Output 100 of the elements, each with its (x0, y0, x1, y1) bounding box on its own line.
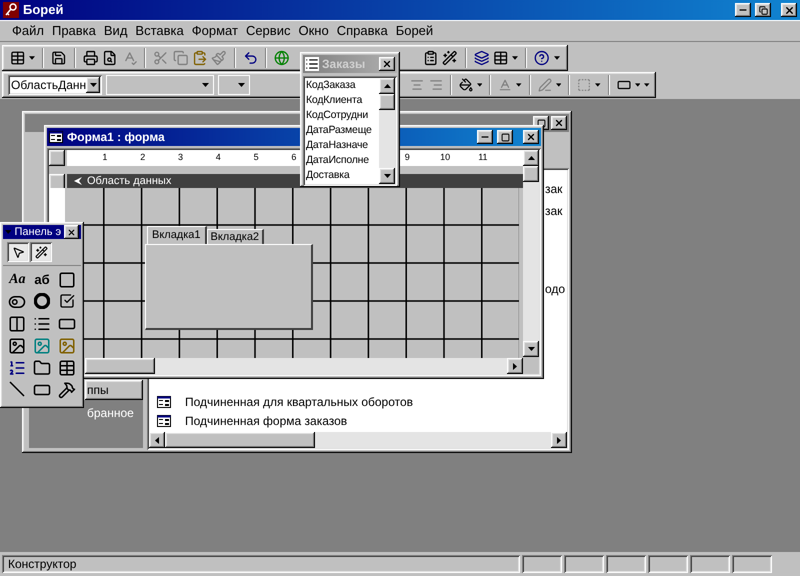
up-arrow-icon[interactable] (528, 156, 534, 160)
section-arrow-icon (73, 176, 83, 186)
undo-icon[interactable] (242, 49, 258, 67)
scroll-left-button[interactable] (149, 432, 165, 448)
right-arrow-icon[interactable] (557, 436, 561, 444)
size-combo[interactable] (218, 75, 250, 95)
dropdown-arrow-icon[interactable] (476, 83, 482, 87)
dropdown-arrow-icon[interactable] (29, 56, 36, 60)
ruler-number: 5 (252, 151, 260, 164)
left-arrow-icon[interactable] (155, 436, 159, 444)
field-item[interactable]: ДатаРазмеще (306, 123, 379, 138)
vertical-scrollbar[interactable] (523, 150, 539, 357)
dropdown-arrow-icon[interactable] (595, 83, 601, 87)
close-button[interactable] (64, 225, 79, 239)
right-arrow-icon[interactable] (513, 362, 517, 370)
field-item[interactable]: ДатаИсполне (306, 153, 379, 168)
menu-item[interactable]: Сервис (242, 20, 294, 40)
menu-item[interactable]: Формат (188, 20, 242, 40)
dropdown-arrow-icon[interactable] (238, 83, 246, 87)
horizontal-scrollbar[interactable] (149, 432, 567, 448)
dropdown-arrow-icon[interactable] (202, 83, 209, 87)
wizard-tool[interactable] (30, 242, 52, 262)
form-selector[interactable] (49, 150, 65, 166)
more-tools-icon[interactable] (58, 381, 76, 399)
menu-item[interactable]: Файл (8, 20, 48, 40)
object-combo[interactable]: ОбластьДанн (8, 75, 102, 95)
menu-item[interactable]: Вид (100, 20, 132, 40)
textbox-tool[interactable]: аб (34, 271, 50, 289)
image-icon[interactable] (8, 337, 26, 355)
properties-icon[interactable] (422, 49, 438, 67)
line-icon[interactable] (9, 381, 26, 397)
field-item[interactable]: ДатаНазначе (306, 138, 379, 153)
menu-item[interactable]: Окно (294, 20, 333, 40)
scroll-down-button[interactable] (379, 168, 395, 184)
scroll-thumb[interactable] (379, 94, 395, 110)
tab[interactable]: Вкладка1 (147, 226, 207, 244)
preview-icon[interactable] (102, 49, 118, 67)
wand-icon[interactable] (442, 49, 458, 67)
status-panel (606, 555, 646, 573)
dropdown-arrow-icon[interactable] (512, 56, 518, 60)
scroll-up-button[interactable] (379, 78, 395, 94)
menu-item[interactable]: Правка (48, 20, 100, 40)
restore-button[interactable] (755, 3, 771, 17)
status-panel (564, 555, 604, 573)
minimize-button[interactable] (477, 130, 493, 144)
help-icon[interactable] (534, 49, 550, 67)
object-item[interactable]: Подчиненная форма заказов (149, 411, 567, 430)
list-box-icon[interactable] (32, 315, 51, 333)
down-arrow-icon[interactable] (528, 347, 534, 351)
close-button[interactable] (551, 116, 567, 130)
groups-button[interactable]: ппы (85, 380, 143, 400)
wand-icon (34, 246, 48, 258)
menu-item[interactable]: Справка (332, 20, 392, 40)
scroll-right-button[interactable] (551, 432, 567, 448)
checkbox-icon[interactable] (58, 293, 75, 309)
scroll-down-button[interactable] (523, 341, 539, 357)
down-arrow-icon[interactable] (384, 174, 390, 178)
fill-color-icon[interactable] (458, 76, 473, 94)
print-icon[interactable] (82, 49, 98, 67)
dropdown-arrow-icon[interactable] (90, 83, 96, 87)
scroll-right-button[interactable] (507, 358, 523, 374)
new-table-icon[interactable] (493, 49, 508, 67)
dropdown-arrow-icon[interactable] (556, 83, 562, 87)
paste-icon[interactable] (192, 49, 208, 67)
close-button[interactable] (523, 130, 539, 144)
dropdown-arrow-icon[interactable] (516, 83, 522, 87)
scroll-thumb[interactable] (165, 432, 315, 448)
scroll-thumb[interactable] (523, 166, 539, 182)
toggle-icon[interactable] (8, 293, 26, 311)
close-button[interactable] (781, 3, 797, 17)
view-icon[interactable] (10, 49, 26, 67)
field-item[interactable]: КодКлиента (306, 93, 379, 108)
tab[interactable]: Вкладка2 (206, 229, 264, 244)
line-color-icon[interactable] (538, 76, 552, 94)
maximize-button[interactable] (497, 130, 513, 144)
radio-icon[interactable] (34, 293, 50, 309)
object-item[interactable]: Подчиненная для квартальных оборотов (149, 392, 567, 411)
globe-icon[interactable] (274, 49, 290, 67)
pointer-tool[interactable] (7, 242, 29, 262)
label-tool[interactable]: Aa (9, 271, 26, 289)
menu-item[interactable]: Борей (392, 20, 438, 40)
vertical-scrollbar[interactable] (379, 78, 395, 184)
windows-icon[interactable] (474, 49, 490, 67)
ruler-number: 10 (439, 151, 452, 164)
minimize-button[interactable] (735, 3, 751, 17)
menu-item[interactable]: Вставка (131, 20, 188, 40)
field-item[interactable]: КодСотрудни (306, 108, 379, 123)
scroll-up-button[interactable] (523, 150, 539, 166)
field-item[interactable]: КодЗаказа (306, 78, 379, 93)
group-item[interactable]: бранное (87, 406, 134, 420)
group-frame-icon[interactable] (58, 271, 76, 289)
save-icon[interactable] (51, 49, 67, 67)
status-panel (648, 555, 688, 573)
dropdown-arrow-icon[interactable] (554, 56, 560, 60)
up-arrow-icon[interactable] (384, 84, 390, 88)
scroll-thumb[interactable] (85, 358, 155, 374)
tab-control-icon[interactable] (32, 359, 51, 377)
horizontal-scrollbar[interactable] (85, 358, 523, 374)
form-icon (157, 414, 171, 426)
close-button[interactable] (379, 57, 395, 71)
